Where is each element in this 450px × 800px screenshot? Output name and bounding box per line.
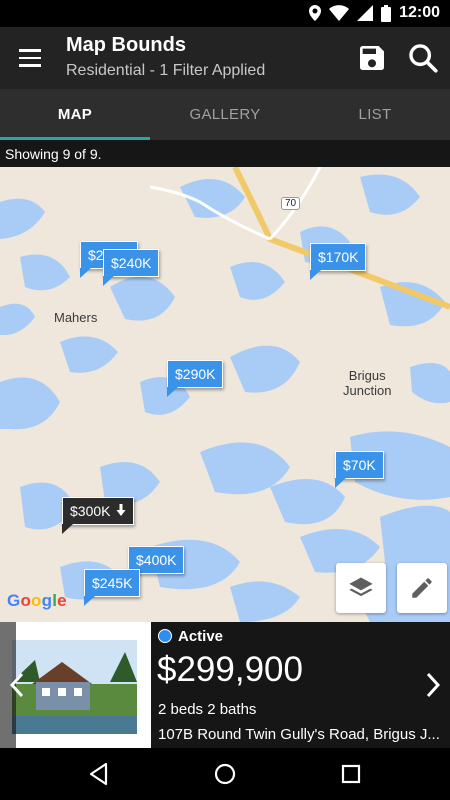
battery-icon	[381, 4, 392, 22]
listing-address: 107B Round Twin Gully's Road, Brigus J..…	[158, 726, 440, 743]
status-indicator	[158, 629, 172, 643]
price-pin-selected[interactable]: $300K	[62, 497, 135, 534]
route-shield: 70	[281, 197, 301, 210]
recents-icon[interactable]	[336, 759, 366, 789]
system-nav-bar	[0, 748, 450, 800]
results-count: Showing 9 of 9.	[0, 140, 450, 167]
status-icons: 12:00	[309, 4, 440, 22]
page-title: Map Bounds	[66, 34, 186, 56]
listing-price: $299,900	[157, 650, 303, 689]
google-logo: Google	[7, 591, 67, 610]
status-time: 12:00	[399, 4, 440, 21]
tab-gallery[interactable]: GALLERY	[150, 89, 300, 140]
tab-map[interactable]: MAP	[0, 89, 150, 140]
draw-button[interactable]	[397, 563, 447, 613]
place-label-mahers: Mahers	[54, 310, 98, 325]
listing-status: Active	[178, 628, 224, 645]
signal-icon	[357, 5, 374, 21]
search-icon[interactable]	[405, 41, 441, 75]
previous-listing-arrow[interactable]	[6, 670, 28, 700]
listing-card[interactable]: Active $299,900 2 beds 2 baths 107B Roun…	[0, 622, 450, 748]
price-pin[interactable]: $290K	[167, 360, 224, 397]
layers-icon	[349, 577, 373, 597]
map-view[interactable]: 70 Mahers Brigus Junction $2 $240K $170K…	[0, 167, 450, 622]
filter-summary[interactable]: Residential - 1 Filter Applied	[66, 62, 265, 80]
price-pin[interactable]: $170K	[310, 243, 367, 280]
listing-beds-baths: 2 beds 2 baths	[158, 701, 257, 718]
price-pin[interactable]: $70K	[335, 451, 384, 488]
wifi-icon	[329, 5, 350, 21]
tab-list[interactable]: LIST	[300, 89, 450, 140]
view-tabs: MAP GALLERY LIST	[0, 89, 450, 140]
pencil-icon	[412, 578, 432, 598]
menu-icon[interactable]	[14, 44, 48, 72]
location-icon	[309, 5, 322, 21]
status-bar: 12:00	[0, 0, 450, 27]
next-listing-arrow[interactable]	[422, 670, 444, 700]
layers-button[interactable]	[336, 563, 386, 613]
place-label-brigus-junction: Brigus Junction	[343, 368, 392, 398]
app-bar: Map Bounds Residential - 1 Filter Applie…	[0, 27, 450, 89]
home-icon[interactable]	[210, 759, 240, 789]
arrow-down-icon	[116, 504, 126, 516]
back-icon[interactable]	[84, 759, 114, 789]
save-icon[interactable]	[355, 42, 389, 74]
price-pin[interactable]: $245K	[84, 569, 141, 606]
price-pin[interactable]: $240K	[103, 249, 160, 286]
